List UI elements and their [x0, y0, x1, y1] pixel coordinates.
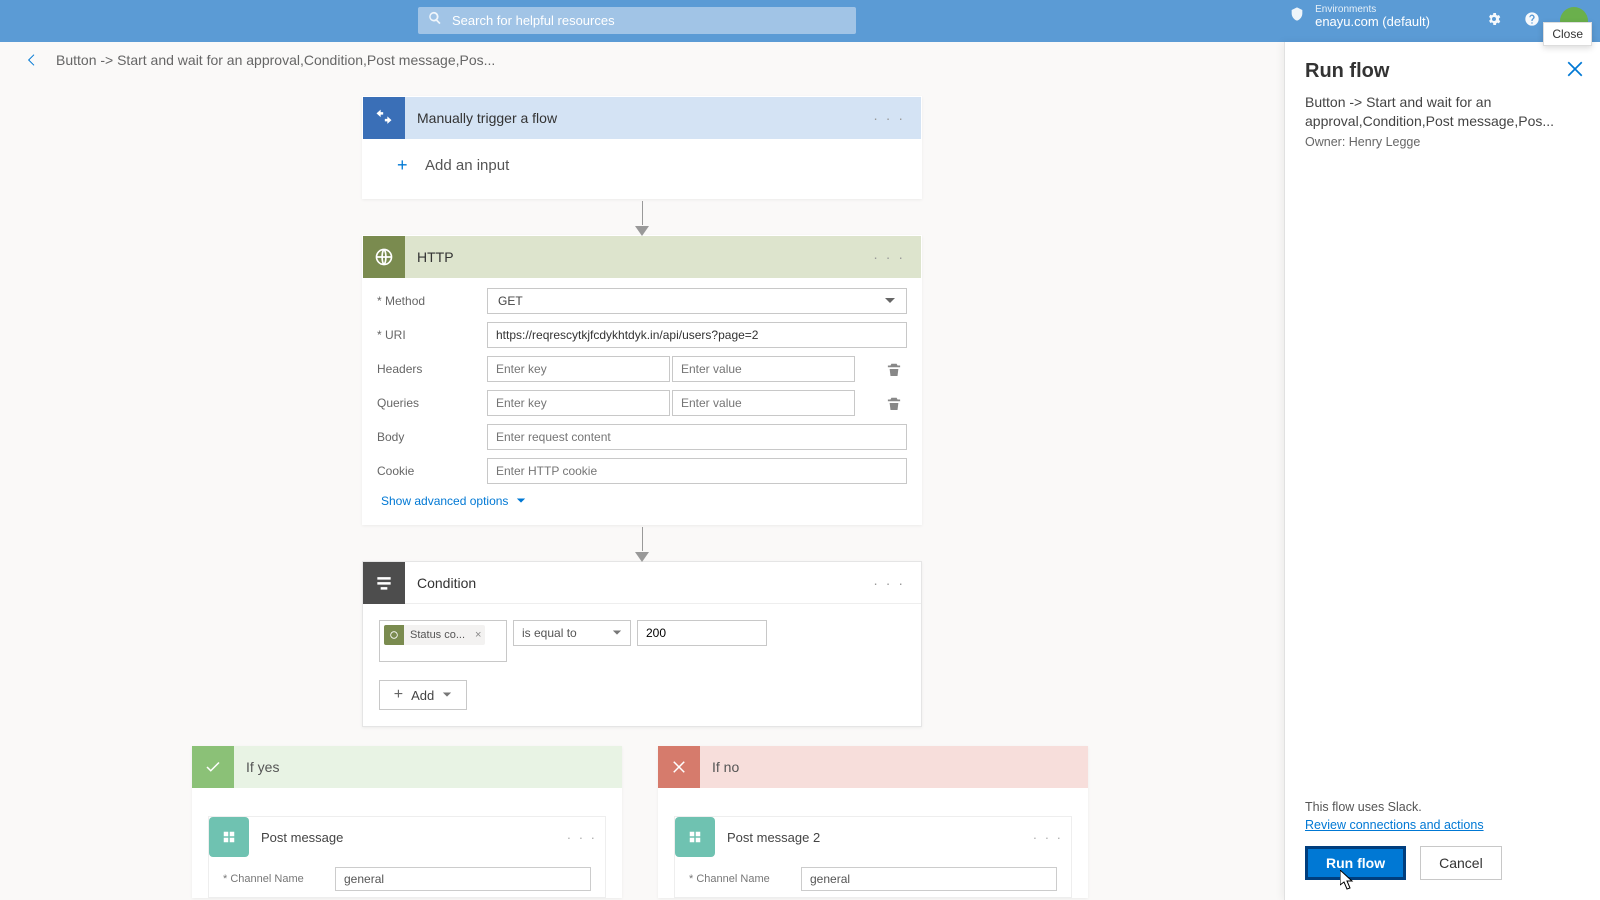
environment-picker[interactable]: Environments enayu.com (default) [1289, 4, 1430, 29]
if-no-label: If no [700, 759, 739, 775]
search-icon [428, 11, 442, 30]
body-input[interactable] [487, 424, 907, 450]
connector-arrow [362, 525, 922, 561]
post-message-title: Post message [249, 830, 567, 845]
panel-owner: Owner: Henry Legge [1285, 131, 1600, 149]
query-key-input[interactable] [487, 390, 670, 416]
close-tooltip: Close [1543, 22, 1592, 46]
status-code-token[interactable]: Status co... × [384, 625, 485, 645]
panel-title: Run flow [1305, 60, 1580, 83]
connector-arrow [362, 199, 922, 235]
environment-icon [1289, 6, 1305, 27]
slack-icon [209, 817, 249, 857]
uri-input[interactable] [487, 322, 907, 348]
condition-operator-select[interactable]: is equal to [513, 620, 631, 646]
show-advanced-link[interactable]: Show advanced options [381, 494, 907, 508]
add-input-label: Add an input [425, 157, 509, 174]
search-input[interactable] [452, 13, 846, 28]
if-no-branch: If no Post message 2 · · · * Channel Nam… [658, 746, 1088, 898]
post-message-card[interactable]: Post message · · · * Channel Name genera… [208, 816, 606, 898]
headers-label: Headers [377, 362, 487, 376]
plus-icon: + [397, 158, 413, 174]
top-navbar: Environments enayu.com (default) Close [0, 0, 1600, 42]
body-label: Body [377, 430, 487, 444]
condition-value-input[interactable]: 200 [637, 620, 767, 646]
queries-label: Queries [377, 396, 487, 410]
add-input-button[interactable]: + Add an input [397, 157, 921, 174]
channel-select[interactable]: general [335, 867, 591, 891]
panel-subtitle: Button -> Start and wait for an approval… [1285, 93, 1600, 131]
back-button[interactable] [22, 50, 42, 70]
panel-close-button[interactable] [1566, 60, 1584, 78]
cookie-label: Cookie [377, 464, 487, 478]
post-message-2-card[interactable]: Post message 2 · · · * Channel Name gene… [674, 816, 1072, 898]
help-icon[interactable] [1524, 11, 1540, 32]
post-message-2-title: Post message 2 [715, 830, 1033, 845]
check-icon [192, 746, 234, 788]
http-icon [363, 236, 405, 278]
condition-card[interactable]: Condition · · · Status co... × is equal … [362, 561, 922, 727]
trigger-icon [363, 97, 405, 139]
panel-note: This flow uses Slack. [1305, 800, 1580, 814]
breadcrumb-text: Button -> Start and wait for an approval… [56, 52, 495, 68]
http-title: HTTP [405, 249, 867, 265]
condition-title: Condition [405, 575, 867, 591]
cookie-input[interactable] [487, 458, 907, 484]
if-yes-label: If yes [234, 759, 279, 775]
method-label: Method [377, 294, 425, 308]
post-message-menu[interactable]: · · · [567, 830, 597, 845]
header-delete-icon[interactable] [883, 358, 905, 380]
trigger-title: Manually trigger a flow [405, 110, 867, 126]
http-menu[interactable]: · · · [867, 245, 911, 269]
condition-menu[interactable]: · · · [867, 571, 911, 595]
trigger-card[interactable]: Manually trigger a flow · · · + Add an i… [362, 96, 922, 199]
slack-icon [675, 817, 715, 857]
environment-value: enayu.com (default) [1315, 15, 1430, 29]
uri-label: URI [377, 328, 406, 342]
header-key-input[interactable] [487, 356, 670, 382]
environment-label: Environments [1315, 4, 1430, 15]
channel-select[interactable]: general [801, 867, 1057, 891]
review-connections-link[interactable]: Review connections and actions [1305, 818, 1484, 832]
flow-canvas: Manually trigger a flow · · · + Add an i… [0, 78, 1284, 900]
mouse-cursor [1340, 870, 1356, 890]
settings-icon[interactable] [1486, 11, 1502, 32]
method-select[interactable]: GET [487, 288, 907, 314]
channel-name-label: Channel Name [696, 873, 769, 885]
header-value-input[interactable] [672, 356, 855, 382]
token-remove-icon[interactable]: × [471, 625, 485, 645]
condition-add-button[interactable]: + Add [379, 680, 467, 710]
cancel-button[interactable]: Cancel [1420, 846, 1502, 880]
query-value-input[interactable] [672, 390, 855, 416]
http-card[interactable]: HTTP · · · Method GET URI Headers Q [362, 235, 922, 525]
condition-left-operand[interactable]: Status co... × [379, 620, 507, 662]
trigger-menu[interactable]: · · · [867, 106, 911, 130]
if-yes-branch: If yes Post message · · · * Channel Name… [192, 746, 622, 898]
run-flow-panel: Run flow Button -> Start and wait for an… [1284, 42, 1600, 900]
x-icon [658, 746, 700, 788]
condition-icon [363, 562, 405, 604]
search-box[interactable] [418, 7, 856, 34]
post-message-2-menu[interactable]: · · · [1033, 830, 1063, 845]
query-delete-icon[interactable] [883, 392, 905, 414]
